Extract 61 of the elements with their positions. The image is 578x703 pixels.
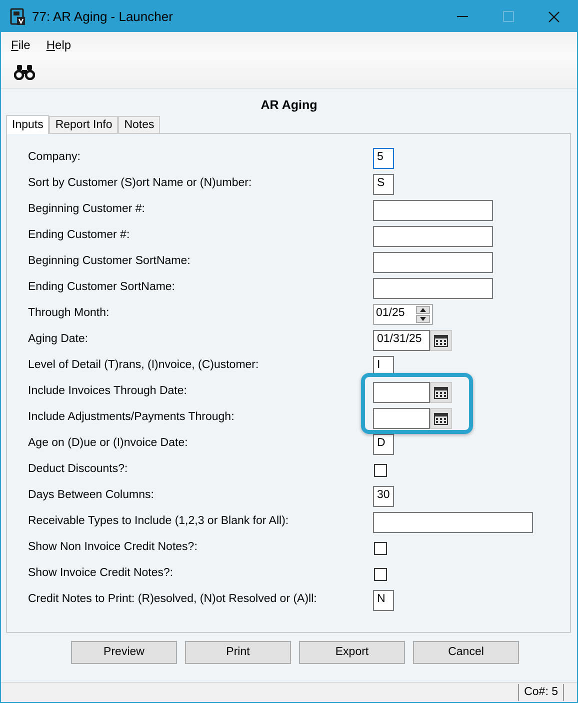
dialog-button[interactable]: Print	[185, 641, 291, 664]
spin-down-button[interactable]	[416, 314, 430, 322]
caret-up-icon	[420, 308, 426, 312]
calendar-icon	[434, 334, 448, 346]
field-label: Level of Detail (T)rans, (I)nvoice, (C)ustomer:	[28, 358, 260, 374]
minimize-icon[interactable]	[456, 16, 468, 18]
field-label: Include Invoices Through Date:	[28, 384, 188, 400]
input-field[interactable]	[373, 252, 493, 272]
field-label: Beginning Customer SortName:	[28, 254, 192, 270]
app-icon	[10, 8, 26, 26]
input-field[interactable]	[373, 200, 493, 220]
input-field[interactable]	[373, 512, 533, 532]
calendar-button[interactable]	[430, 330, 452, 350]
dialog-button[interactable]: Cancel	[413, 641, 519, 664]
checkbox[interactable]	[374, 542, 387, 554]
tab[interactable]: Report Info	[49, 116, 118, 133]
dialog-button[interactable]: Export	[299, 641, 405, 664]
company-number: Co#: 5	[518, 684, 564, 702]
date-field[interactable]	[373, 382, 430, 402]
date-field[interactable]: 01/31/25	[373, 330, 430, 350]
input-field[interactable]	[373, 226, 493, 246]
field-label: Days Between Columns:	[28, 488, 155, 504]
field-label: Company:	[28, 150, 82, 166]
input-field[interactable]: N	[373, 590, 394, 610]
calendar-button[interactable]	[430, 382, 452, 402]
input-field[interactable]: D	[373, 434, 394, 454]
date-field[interactable]	[373, 408, 430, 428]
field-label: Aging Date:	[28, 332, 90, 348]
close-icon[interactable]	[548, 10, 560, 22]
input-field[interactable]: 30	[373, 486, 394, 506]
window-title: 77: AR Aging - Launcher	[32, 8, 174, 26]
field-label: Include Adjustments/Payments Through:	[28, 410, 236, 426]
field-label: Credit Notes to Print: (R)esolved, (N)ot Resolved or (A)ll:	[28, 592, 318, 608]
checkbox[interactable]	[374, 568, 387, 580]
field-label: Show Invoice Credit Notes?:	[28, 566, 174, 582]
report-heading: AR Aging	[260, 97, 318, 112]
calendar-icon	[434, 412, 448, 424]
field-label: Receivable Types to Include (1,2,3 or Blank for All):	[28, 514, 290, 530]
field-label: Beginning Customer #:	[28, 202, 146, 218]
menu-item[interactable]: Help	[46, 36, 72, 54]
binoculars-icon[interactable]	[14, 65, 35, 80]
dialog-button[interactable]: Preview	[71, 641, 177, 664]
spinner-field[interactable]: 01/25	[373, 304, 433, 324]
field-label: Age on (D)ue or (I)nvoice Date:	[28, 436, 189, 452]
calendar-icon	[434, 386, 448, 398]
checkbox[interactable]	[374, 464, 387, 476]
tab[interactable]: Notes	[118, 116, 160, 133]
caret-down-icon	[420, 316, 426, 320]
field-label: Sort by Customer (S)ort Name or (N)umber:	[28, 176, 253, 192]
field-label: Show Non Invoice Credit Notes?:	[28, 540, 198, 556]
input-field[interactable]: S	[373, 174, 394, 194]
field-label: Deduct Discounts?:	[28, 462, 129, 478]
field-label: Ending Customer #:	[28, 228, 131, 244]
tab[interactable]: Inputs	[6, 115, 50, 134]
field-label: Through Month:	[28, 306, 110, 322]
spin-up-button[interactable]	[416, 306, 430, 314]
calendar-button[interactable]	[430, 408, 452, 428]
input-field[interactable]: 5	[373, 148, 394, 168]
menu-item[interactable]: File	[11, 36, 30, 54]
field-label: Ending Customer SortName:	[28, 280, 176, 296]
input-field[interactable]	[373, 278, 493, 298]
